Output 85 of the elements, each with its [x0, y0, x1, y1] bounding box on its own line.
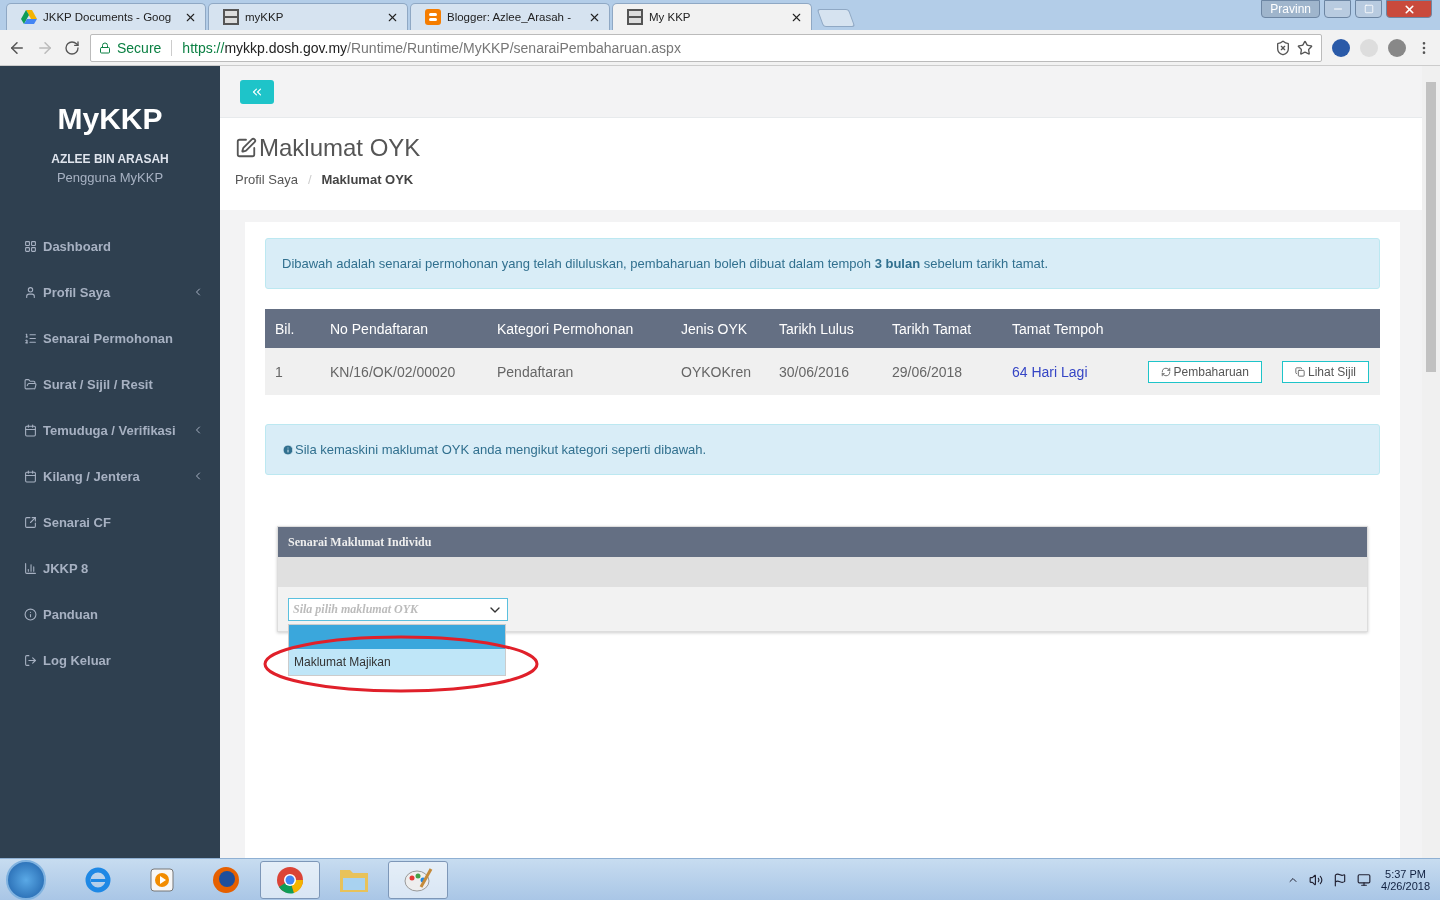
browser-tab[interactable]: JKKP Documents - Goog: [6, 3, 206, 30]
firefox-icon: [211, 864, 241, 895]
close-icon: [1402, 2, 1416, 16]
grid-icon: [24, 239, 37, 253]
table-cell: 30/06/2016: [769, 348, 882, 395]
shield-icon[interactable]: [1275, 39, 1291, 56]
extension-icon[interactable]: [1388, 38, 1406, 57]
url-text: https://mykkp.dosh.gov.my/Runtime/Runtime/MyKKP/senaraiPembaharuan.aspx: [182, 39, 682, 56]
external-icon: [24, 515, 37, 529]
star-icon[interactable]: [1297, 39, 1313, 56]
secure-label: Secure: [117, 39, 162, 56]
browser-tab[interactable]: myKKP: [208, 3, 408, 30]
collapse-button[interactable]: [240, 79, 274, 104]
breadcrumb-item: Maklumat OYK: [321, 172, 414, 187]
new-tab-button[interactable]: [816, 9, 856, 27]
brand-title: MyKKP: [56, 102, 164, 136]
table-cell: 1: [265, 348, 320, 395]
user-name: AZLEE BIN ARASAH: [50, 152, 170, 166]
logout-icon: [24, 653, 37, 667]
page-title: Maklumat OYK: [259, 134, 421, 162]
clock[interactable]: 5:37 PM 4/26/2018: [1381, 867, 1430, 892]
column-header: Jenis OYK: [671, 309, 769, 348]
dropdown-option[interactable]: Maklumat Majikan: [289, 649, 505, 675]
address-bar[interactable]: Secure https://mykkp.dosh.gov.my/Runtime/Runtime/MyKKP/senaraiPembaharuan.aspx: [90, 33, 1322, 62]
sidebar-item[interactable]: Surat / Sijil / Resit: [0, 361, 220, 407]
start-button[interactable]: [6, 859, 46, 900]
logo-icon: [627, 9, 643, 25]
panel-title: Senarai Maklumat Individu: [278, 527, 1367, 557]
taskbar-app[interactable]: [260, 860, 320, 899]
breadcrumb-separator: /: [307, 172, 312, 187]
info-alert: Dibawah adalah senarai permohonan yang telah diluluskan, pembaharuan boleh dibuat dalam tempoh 3 bulan sebelum tarikh tamat.: [265, 238, 1380, 289]
column-header: Tamat Tempoh: [1002, 309, 1137, 348]
reload-icon[interactable]: [64, 39, 80, 56]
info-icon: [282, 443, 294, 456]
column-header: Tarikh Lulus: [769, 309, 882, 348]
volume-icon[interactable]: [1309, 872, 1324, 887]
logo-icon: [223, 9, 239, 25]
list-icon: [24, 331, 37, 345]
sidebar-item[interactable]: Log Keluar: [0, 637, 220, 683]
browser-tab[interactable]: My KKP: [612, 3, 812, 30]
view-button[interactable]: Lihat Sijil: [1281, 360, 1369, 383]
flag-icon[interactable]: [1333, 872, 1348, 887]
renew-button[interactable]: Pembaharuan: [1147, 360, 1262, 383]
breadcrumb-item[interactable]: Profil Saya: [235, 172, 298, 187]
sidebar-item[interactable]: Temuduga / Verifikasi: [0, 407, 220, 453]
calendar-icon: [24, 423, 37, 437]
chart-icon: [24, 561, 37, 575]
edit-icon: [235, 137, 257, 159]
user-icon: [24, 285, 37, 299]
sidebar-item[interactable]: Senarai Permohonan: [0, 315, 220, 361]
hint-text: Sila kemaskini maklumat OYK anda mengikut kategori seperti dibawah.: [295, 442, 707, 457]
extension-icon[interactable]: [1332, 38, 1350, 57]
table-cell: KN/16/OK/02/00020: [320, 348, 487, 395]
minimize-button[interactable]: [1324, 0, 1351, 18]
copy-icon: [1294, 366, 1305, 377]
refresh-icon: [1160, 366, 1171, 377]
taskbar-app[interactable]: [388, 860, 448, 899]
maximize-icon: [1363, 4, 1374, 14]
maximize-button[interactable]: [1355, 0, 1382, 18]
close-button[interactable]: [1386, 0, 1432, 18]
column-header: Kategori Permohonan: [487, 309, 671, 348]
sidebar-item[interactable]: JKKP 8: [0, 545, 220, 591]
column-header: No Pendaftaran: [320, 309, 487, 348]
blogger-icon: [425, 9, 441, 25]
lock-icon: [99, 41, 111, 54]
sidebar-item[interactable]: Dashboard: [0, 223, 220, 269]
drive-icon: [21, 10, 37, 24]
sidebar-item[interactable]: Kilang / Jentera: [0, 453, 220, 499]
table-cell: 29/06/2018: [882, 348, 1002, 395]
table-cell: OYKOKren: [671, 348, 769, 395]
network-icon[interactable]: [1357, 872, 1372, 887]
sidebar-item[interactable]: Panduan: [0, 591, 220, 637]
browser-tab[interactable]: Blogger: Azlee_Arasah -: [410, 3, 610, 30]
column-header: Bil.: [265, 309, 320, 348]
sidebar-item[interactable]: Profil Saya: [0, 269, 220, 315]
user-role: Pengguna MyKKP: [55, 170, 165, 185]
column-header: Tarikh Tamat: [882, 309, 1002, 348]
sidebar-item[interactable]: Senarai CF: [0, 499, 220, 545]
chrome-icon: [275, 864, 305, 895]
table-cell: Pendaftaran: [487, 348, 671, 395]
media-player-icon: [149, 866, 175, 893]
scrollbar[interactable]: [1422, 66, 1440, 858]
info-icon: [24, 607, 37, 621]
folder-icon: [24, 377, 37, 391]
calendar-icon: [24, 469, 37, 483]
